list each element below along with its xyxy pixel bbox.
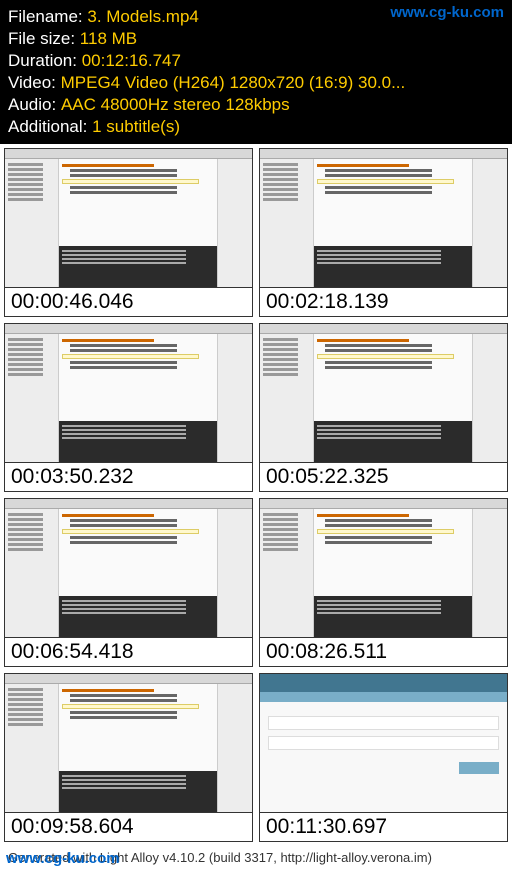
thumbnail-timestamp: 00:06:54.418 [5,637,252,666]
video-label: Video: [8,72,61,94]
filename-label: Filename: [8,6,87,28]
thumbnail-6[interactable]: 00:09:58.604 [4,673,253,842]
video-value: MPEG4 Video (H264) 1280x720 (16:9) 30.0 [61,72,406,94]
thumbnail-0[interactable]: 00:00:46.046 [4,148,253,317]
thumbnail-1[interactable]: 00:02:18.139 [259,148,508,317]
thumbnail-4[interactable]: 00:06:54.418 [4,498,253,667]
duration-row: Duration: 00:12:16.747 [8,50,504,72]
additional-value: 1 subtitle(s) [92,116,180,138]
thumbnail-3[interactable]: 00:05:22.325 [259,323,508,492]
additional-label: Additional: [8,116,92,138]
thumbnail-7[interactable]: 00:11:30.697 [259,673,508,842]
thumbnail-timestamp: 00:02:18.139 [260,287,507,316]
watermark-bottom: www.cg-ku.com [6,850,120,867]
filesize-row: File size: 118 MB [8,28,504,50]
thumbnail-image [260,499,507,637]
thumbnail-timestamp: 00:00:46.046 [5,287,252,316]
thumbnail-timestamp: 00:03:50.232 [5,462,252,491]
thumbnail-image [5,149,252,287]
thumbnail-image [260,324,507,462]
footer: Generated with Light Alloy v4.10.2 (buil… [0,846,512,869]
additional-row: Additional: 1 subtitle(s) [8,116,504,138]
thumbnail-timestamp: 00:11:30.697 [260,812,507,841]
audio-label: Audio: [8,94,61,116]
filesize-value: 118 MB [80,28,137,50]
audio-row: Audio: AAC 48000Hz stereo 128kbps [8,94,504,116]
thumbnail-timestamp: 00:08:26.511 [260,637,507,666]
thumbnail-image [260,674,507,812]
duration-value: 00:12:16.747 [82,50,181,72]
thumbnail-image [5,324,252,462]
thumbnail-image [5,674,252,812]
thumbnail-grid: 00:00:46.046 [0,144,512,846]
thumbnail-timestamp: 00:05:22.325 [260,462,507,491]
file-info-header: www.cg-ku.com Filename: 3. Models.mp4 Fi… [0,0,512,144]
watermark-top: www.cg-ku.com [390,4,504,21]
filename-value: 3. Models.mp4 [87,6,199,28]
video-row: Video: MPEG4 Video (H264) 1280x720 (16:9… [8,72,504,94]
thumbnail-5[interactable]: 00:08:26.511 [259,498,508,667]
thumbnail-image [260,149,507,287]
audio-value: AAC 48000Hz stereo 128kbps [61,94,290,116]
duration-label: Duration: [8,50,82,72]
filesize-label: File size: [8,28,80,50]
thumbnail-image [5,499,252,637]
thumbnail-2[interactable]: 00:03:50.232 [4,323,253,492]
thumbnail-timestamp: 00:09:58.604 [5,812,252,841]
